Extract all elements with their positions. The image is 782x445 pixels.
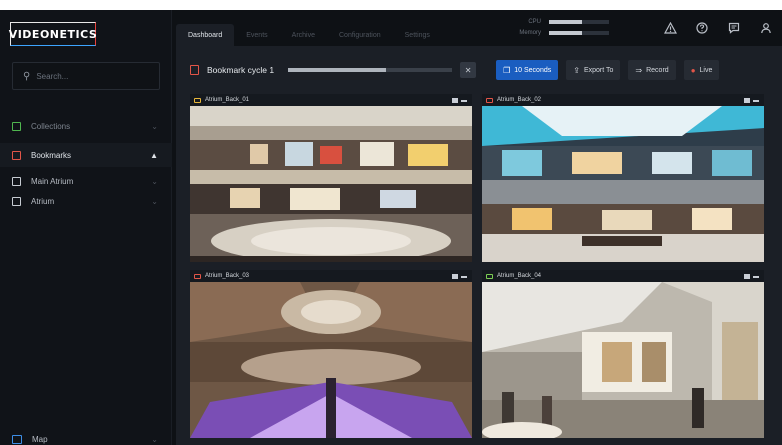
chevron-up-icon[interactable]: ▲: [150, 151, 158, 160]
tab-dashboard[interactable]: Dashboard: [176, 24, 235, 46]
camera-header: Atrium_Back_03: [190, 270, 472, 282]
interval-label: 10 Seconds: [514, 66, 552, 74]
sidebar-item-label: Atrium: [31, 196, 55, 206]
search-input[interactable]: ⚲ Search...: [12, 62, 160, 90]
export-button[interactable]: ⇪ Export To: [566, 60, 621, 80]
sidebar-item-label: Bookmarks: [31, 150, 72, 160]
camera-header: Atrium_Back_01: [190, 94, 472, 106]
export-label: Export To: [583, 66, 614, 74]
sidebar-item-atrium[interactable]: Atrium ⌄: [0, 189, 172, 213]
bookmark-cycle-title: Bookmark cycle 1: [207, 65, 275, 75]
record-button[interactable]: ⇒ Record: [628, 60, 676, 80]
meter-label: CPU: [528, 18, 541, 25]
bookmark-icon: [12, 176, 21, 186]
record-icon: ⇒: [635, 65, 643, 75]
meter-fill: [549, 19, 582, 24]
camera-header: Atrium_Back_04: [482, 270, 764, 282]
search-icon: ⚲: [23, 70, 31, 82]
camera-tile[interactable]: Atrium_Back_03: [190, 270, 472, 438]
tab-events[interactable]: Events: [234, 24, 279, 46]
camera-feed: [190, 106, 472, 262]
camera-feed: [190, 282, 472, 438]
minimize-icon[interactable]: [461, 100, 467, 102]
meter-bar: [549, 30, 609, 35]
top-strip: [0, 0, 782, 10]
live-label: Live: [699, 66, 713, 74]
sidebar-item-collections[interactable]: Collections ⌄: [0, 114, 172, 138]
sidebar-item-label: Collections: [31, 121, 71, 131]
main-area: Dashboard Events Archive Configuration S…: [176, 10, 782, 445]
tab-archive[interactable]: Archive: [280, 24, 327, 46]
snapshot-icon[interactable]: [452, 274, 458, 279]
bookmark-icon: ❐: [503, 65, 511, 75]
bookmark-icon: [12, 196, 21, 206]
close-icon: ✕: [464, 65, 472, 75]
tab-settings[interactable]: Settings: [393, 24, 442, 46]
help-circle-icon[interactable]: [694, 20, 710, 36]
sidebar-item-label: Map: [32, 434, 48, 444]
snapshot-icon[interactable]: [744, 98, 750, 103]
chat-icon[interactable]: [726, 20, 742, 36]
record-label: Record: [646, 66, 669, 74]
camera-tile[interactable]: Atrium_Back_01: [190, 94, 472, 262]
live-button[interactable]: ● Live: [683, 60, 720, 80]
logo-text: VIDEONETICS: [8, 27, 98, 41]
system-meters: CPU Memory: [511, 16, 611, 38]
camera-icon: [486, 273, 493, 279]
alert-triangle-icon[interactable]: [662, 20, 678, 36]
meter-bar: [549, 19, 609, 24]
sidebar: VIDEONETICS ⚲ Search... Collections ⌄ Bo…: [0, 10, 172, 445]
camera-icon: [486, 97, 493, 103]
meter-fill: [549, 30, 582, 35]
bookmark-icon: [12, 150, 21, 160]
bookmark-toolbar: Bookmark cycle 1 ✕ ❐ 10 Seconds ⇪ Export T…: [190, 60, 770, 80]
app-logo[interactable]: VIDEONETICS: [8, 22, 98, 46]
camera-header: Atrium_Back_02: [482, 94, 764, 106]
camera-name: Atrium_Back_01: [205, 97, 250, 103]
cycle-progress-bar[interactable]: [288, 68, 453, 72]
chevron-down-icon[interactable]: ⌄: [151, 197, 158, 206]
camera-feed: [482, 106, 764, 262]
bookmark-icon: [190, 65, 199, 75]
live-icon: ●: [690, 65, 696, 75]
minimize-icon[interactable]: [753, 100, 759, 102]
snapshot-icon[interactable]: [452, 98, 458, 103]
interval-button[interactable]: ❐ 10 Seconds: [496, 60, 559, 80]
camera-name: Atrium_Back_02: [497, 97, 542, 103]
close-cycle-button[interactable]: ✕: [460, 62, 477, 78]
dashboard-content: Bookmark cycle 1 ✕ ❐ 10 Seconds ⇪ Export T…: [176, 46, 782, 445]
user-icon[interactable]: [758, 20, 774, 36]
cpu-meter: CPU: [511, 16, 611, 27]
top-icons: [662, 20, 774, 36]
sidebar-item-map[interactable]: Map ⌄: [0, 429, 172, 445]
minimize-icon[interactable]: [753, 276, 759, 278]
camera-name: Atrium_Back_04: [497, 273, 542, 279]
camera-name: Atrium_Back_03: [205, 273, 250, 279]
map-icon: [12, 434, 22, 444]
snapshot-icon[interactable]: [744, 274, 750, 279]
memory-meter: Memory: [511, 27, 611, 38]
sidebar-item-label: Main Atrium: [31, 176, 74, 186]
minimize-icon[interactable]: [461, 276, 467, 278]
chevron-down-icon[interactable]: ⌄: [151, 435, 158, 444]
chevron-down-icon[interactable]: ⌄: [151, 122, 158, 131]
progress-fill: [288, 68, 387, 72]
camera-icon: [194, 97, 201, 103]
camera-tile[interactable]: Atrium_Back_02: [482, 94, 764, 262]
sidebar-item-bookmarks[interactable]: Bookmarks ▲: [0, 143, 172, 167]
monitor-icon: [12, 121, 21, 131]
camera-tile[interactable]: Atrium_Back_04: [482, 270, 764, 438]
search-placeholder: Search...: [36, 71, 69, 81]
tab-configuration[interactable]: Configuration: [327, 24, 393, 46]
tab-bar: Dashboard Events Archive Configuration S…: [176, 24, 442, 46]
camera-feed: [482, 282, 764, 438]
meter-label: Memory: [519, 29, 541, 36]
export-icon: ⇪: [573, 65, 580, 75]
camera-icon: [194, 273, 201, 279]
chevron-down-icon[interactable]: ⌄: [151, 177, 158, 186]
